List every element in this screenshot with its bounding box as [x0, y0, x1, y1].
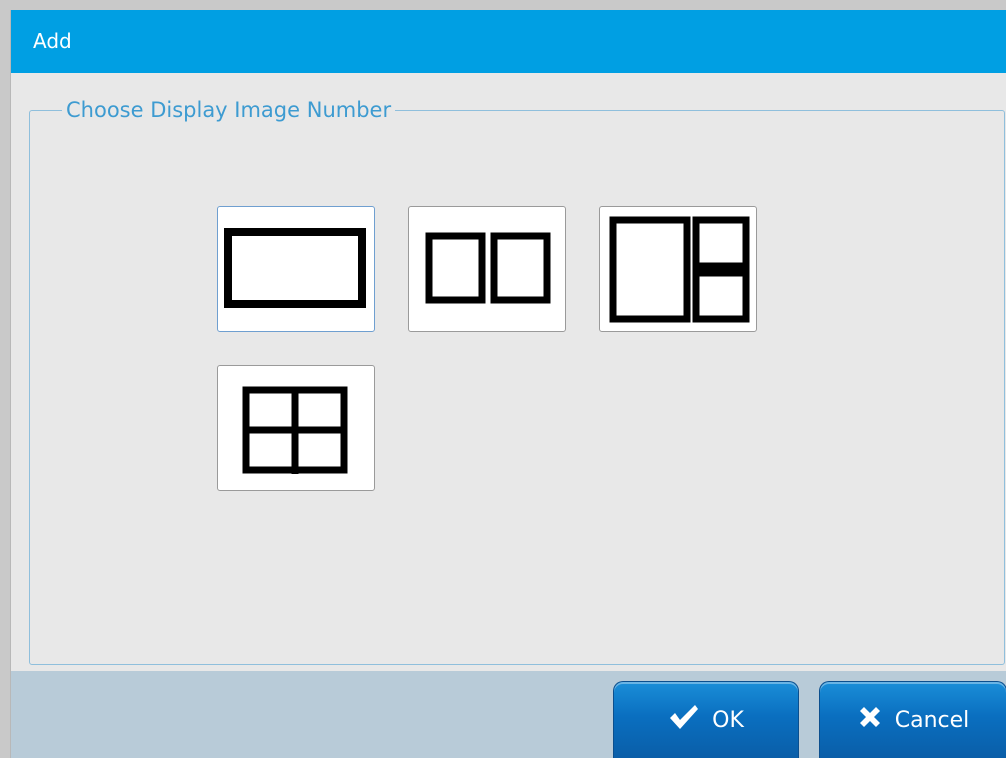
single-pane-layout-icon	[224, 228, 366, 308]
layout-three-pane-button[interactable]	[599, 206, 757, 332]
layout-quad-button[interactable]	[217, 365, 375, 491]
four-pane-grid-layout-icon	[242, 386, 348, 474]
layout-single-button[interactable]	[217, 206, 375, 332]
checkmark-icon	[668, 703, 700, 737]
close-x-icon	[857, 704, 883, 736]
add-dialog: Add Choose Display Image Number OK Cance…	[10, 10, 1006, 758]
two-pane-layout-icon	[425, 232, 551, 304]
dialog-footer: OK Cancel	[11, 671, 1006, 758]
layout-two-pane-button[interactable]	[408, 206, 566, 332]
cancel-button-label: Cancel	[894, 707, 970, 733]
dialog-title: Add	[11, 10, 1006, 73]
three-pane-layout-icon	[609, 216, 750, 323]
ok-button[interactable]: OK	[613, 681, 799, 758]
display-image-number-group: Choose Display Image Number	[29, 97, 1005, 665]
ok-button-label: OK	[712, 707, 744, 733]
dialog-content: Choose Display Image Number	[11, 73, 1006, 671]
group-legend: Choose Display Image Number	[66, 98, 392, 122]
cancel-button[interactable]: Cancel	[819, 681, 1006, 758]
